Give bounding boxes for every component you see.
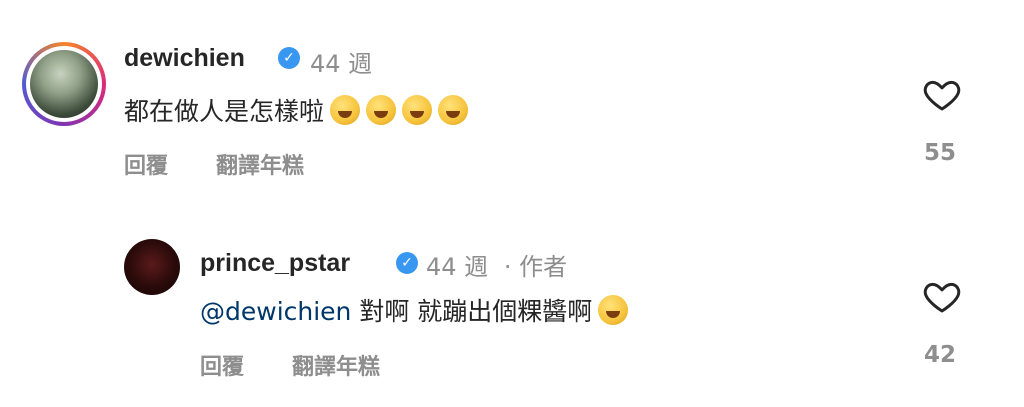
like-count: 55 <box>924 140 957 166</box>
comment-body: 對啊 就蹦出個粿醬啊 <box>359 297 593 326</box>
avatar[interactable] <box>124 239 180 295</box>
comment-time-value[interactable]: 44 週 <box>426 253 488 281</box>
avatar[interactable] <box>22 42 106 126</box>
rofl-emoji-icon <box>366 95 397 125</box>
comment: dewichien ✓ 44 週 都在做人是怎樣啦 回覆 翻譯年糕 55 <box>0 0 1024 200</box>
comment-username[interactable]: dewichien <box>124 44 245 73</box>
rofl-emoji-icon <box>402 95 433 125</box>
verified-badge-icon: ✓ <box>396 252 418 274</box>
translate-button[interactable]: 翻譯年糕 <box>292 349 380 381</box>
comment-time: 44 週 · 作者 <box>426 247 567 282</box>
comment-text: @dewichien 對啊 就蹦出個粿醬啊 <box>200 292 629 328</box>
like-count: 42 <box>924 342 957 368</box>
comment-username[interactable]: prince_pstar <box>200 249 350 278</box>
author-tag: · 作者 <box>503 253 568 281</box>
verified-badge-icon: ✓ <box>278 47 300 69</box>
like-heart-icon[interactable] <box>922 74 962 114</box>
grinning-squint-emoji-icon <box>598 295 629 325</box>
comment-body: 都在做人是怎樣啦 <box>124 97 325 126</box>
reply-button[interactable]: 回覆 <box>200 349 244 381</box>
like-heart-icon[interactable] <box>922 276 962 316</box>
profile-photo <box>30 50 98 118</box>
reply-button[interactable]: 回覆 <box>124 148 168 180</box>
reply-comment: prince_pstar ✓ 44 週 · 作者 @dewichien 對啊 就… <box>0 225 1024 407</box>
comment-text: 都在做人是怎樣啦 <box>124 92 469 128</box>
rofl-emoji-icon <box>330 95 361 125</box>
mention-link[interactable]: @dewichien <box>200 297 351 326</box>
translate-button[interactable]: 翻譯年糕 <box>216 148 304 180</box>
comment-time[interactable]: 44 週 <box>310 44 372 79</box>
rofl-emoji-icon <box>438 95 469 125</box>
